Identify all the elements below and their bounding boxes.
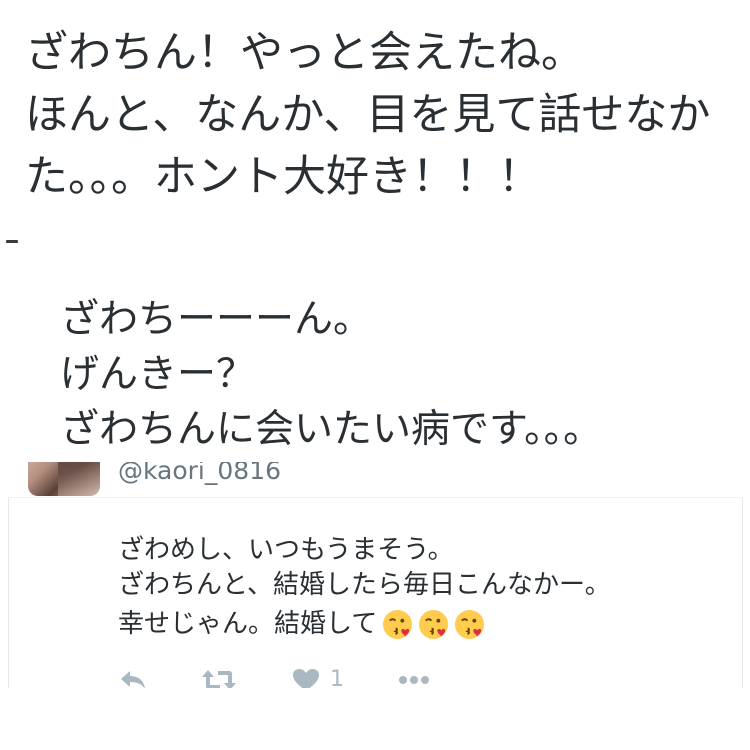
like-button[interactable]: 1 bbox=[292, 668, 344, 688]
tweet-text-line: ざわちんと、結婚したら毎日こんなかー。 bbox=[118, 570, 611, 600]
divider-mark bbox=[6, 240, 18, 243]
avatar[interactable] bbox=[28, 462, 100, 496]
retweet-icon bbox=[200, 668, 238, 688]
kissing-face-icon bbox=[418, 609, 449, 640]
tweet-text-line: ざわちん！やっと会えたね。 bbox=[25, 28, 584, 78]
avatar-photo bbox=[58, 462, 100, 496]
more-button[interactable] bbox=[398, 668, 430, 688]
tweet-text-line: げんきー？ bbox=[60, 352, 256, 397]
retweet-button[interactable] bbox=[200, 668, 238, 688]
tweet-text-line: ざわめし、いつもうまそう。 bbox=[118, 535, 454, 565]
tweet-text-line: ざわちんに会いたい病です。。。 bbox=[60, 407, 603, 452]
kissing-face-icon bbox=[382, 609, 413, 640]
tweet-text-line: ざわちーーーん。 bbox=[60, 297, 373, 342]
reply-icon bbox=[118, 668, 148, 688]
tweet-text-line-with-emoji: 幸せじゃん。結婚して bbox=[118, 605, 485, 643]
user-handle[interactable]: @kaori_0816 bbox=[118, 462, 281, 486]
more-dots-icon bbox=[398, 668, 430, 688]
heart-icon bbox=[292, 668, 320, 688]
reply-button[interactable] bbox=[118, 668, 148, 688]
top-tweet-text-block: ざわちん！やっと会えたね。 ほんと、なんか、目を見て話せなか た。。。ホント大好… bbox=[0, 0, 750, 218]
tweet-text-line: た。。。ホント大好き！！！ bbox=[25, 152, 541, 202]
kissing-face-icon bbox=[454, 609, 485, 640]
reply-tweet-card: @kaori_0816 ざわめし、いつもうまそう。 ざわちんと、結婚したら毎日こ… bbox=[0, 462, 750, 688]
tweet-action-bar: 1 bbox=[0, 668, 750, 688]
tweet-text-line: ほんと、なんか、目を見て話せなか bbox=[25, 90, 711, 140]
tweet-text: 幸せじゃん。結婚して bbox=[118, 609, 378, 639]
like-count: 1 bbox=[330, 667, 344, 689]
middle-tweet-text-block: ざわちーーーん。 げんきー？ ざわちんに会いたい病です。。。 bbox=[0, 288, 750, 456]
